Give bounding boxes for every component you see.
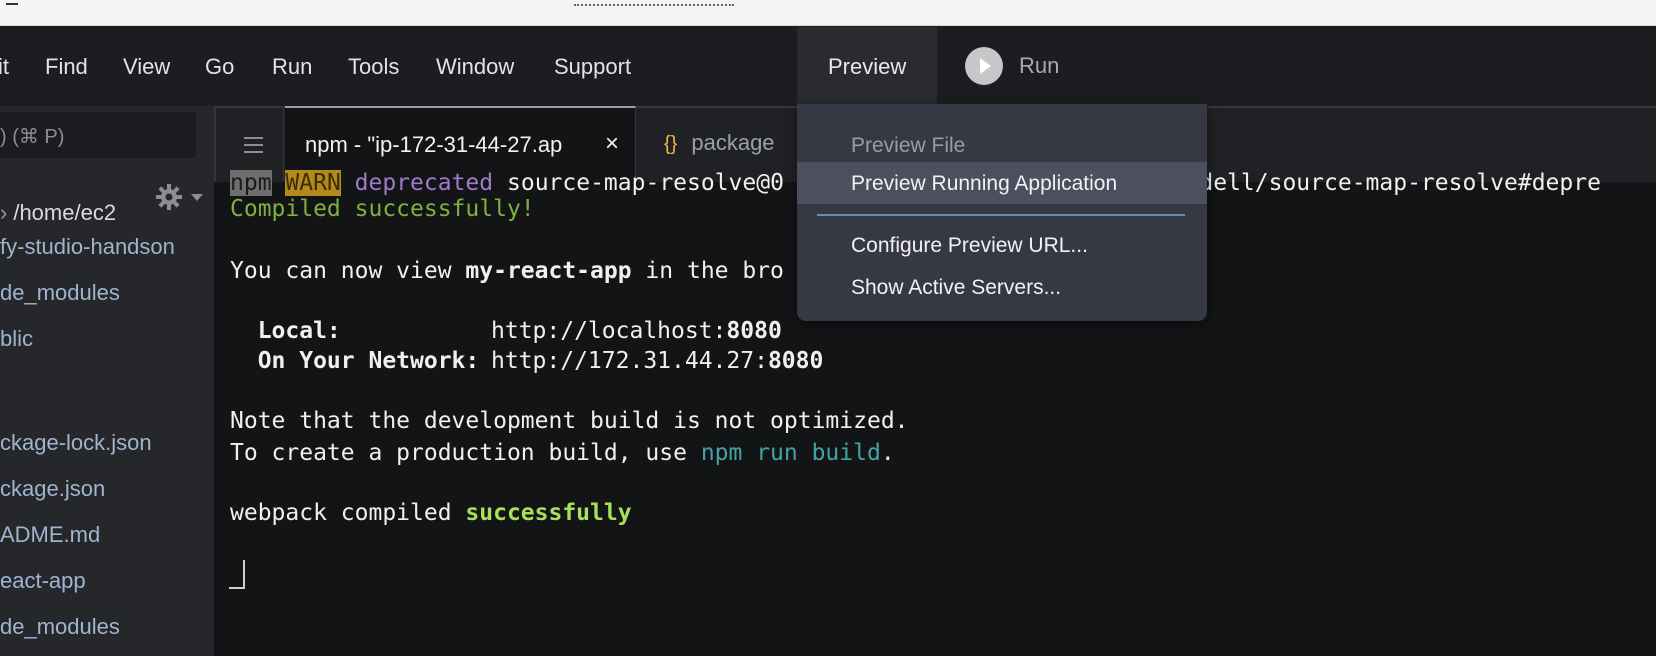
terminal-network-label: On Your Network: [230,348,480,374]
browser-strip-fragment [6,0,18,5]
menu-item-preview-file: Preview File [851,134,966,157]
tree-item[interactable]: de_modules [0,280,120,306]
braces-icon: {} [664,133,678,155]
browser-top-strip [0,0,1656,26]
tree-item[interactable]: ckage-lock.json [0,430,152,456]
preview-menu-label: Preview [828,54,907,79]
terminal-webpack-line: webpack compiled successfully [230,500,632,526]
menu-find[interactable]: Find [45,54,88,80]
menu-item-configure-preview-url[interactable]: Configure Preview URL... [797,224,1207,266]
menu-divider [817,214,1185,216]
tree-item[interactable]: ckage.json [0,476,105,502]
menu-go[interactable]: Go [205,54,234,80]
menu-item-preview-running-application[interactable]: Preview Running Application [797,162,1207,204]
menu-run[interactable]: Run [272,54,312,80]
menu-view[interactable]: View [123,54,170,80]
terminal-compiled-line: Compiled successfully! [230,196,535,222]
search-placeholder: ) (⌘ P) [0,126,65,148]
terminal-cursor [229,560,245,589]
tab-package-json[interactable]: {} package [664,130,775,156]
tree-root-folder[interactable]: ›/home/ec2 [0,200,116,226]
play-icon [965,47,1003,85]
close-icon[interactable]: × [605,130,619,158]
tree-item[interactable]: eact-app [0,568,86,594]
tree-item[interactable]: fy-studio-handson [0,234,175,260]
file-sidebar: ) (⌘ P) ›/home/ec2 fy-studio-handson de_… [0,106,214,656]
preview-menu-button[interactable]: Preview [797,27,937,106]
menu-tools[interactable]: Tools [348,54,399,80]
terminal-local-label: Local: [230,318,341,344]
goto-file-search[interactable]: ) (⌘ P) [0,112,196,158]
browser-strip-text-fragment [574,0,734,6]
terminal-view-line: You can now view my-react-app in the bro [230,258,784,284]
tree-item[interactable]: de_modules [0,614,120,640]
menu-support[interactable]: Support [554,54,631,80]
terminal-build-line: To create a production build, use npm ru… [230,440,895,466]
terminal-local-url: http://localhost:8080 [491,318,782,344]
tree-item[interactable]: blic [0,326,33,352]
menu-window[interactable]: Window [436,54,514,80]
preview-dropdown-menu: Preview File Preview Running Application… [797,104,1207,321]
terminal-note-line: Note that the development build is not o… [230,408,909,434]
tab-package-label: package [691,130,775,155]
menu-edit[interactable]: it [0,54,9,80]
chevron-down-icon [191,194,203,201]
tree-item[interactable]: ADME.md [0,522,100,548]
tab-terminal-label: npm - "ip-172-31-44-27.ap [305,132,563,157]
gear-icon[interactable] [154,182,206,212]
menu-item-show-active-servers[interactable]: Show Active Servers... [797,266,1207,308]
run-button-label: Run [1019,53,1060,78]
terminal-network-url: http://172.31.44.27:8080 [491,348,824,374]
